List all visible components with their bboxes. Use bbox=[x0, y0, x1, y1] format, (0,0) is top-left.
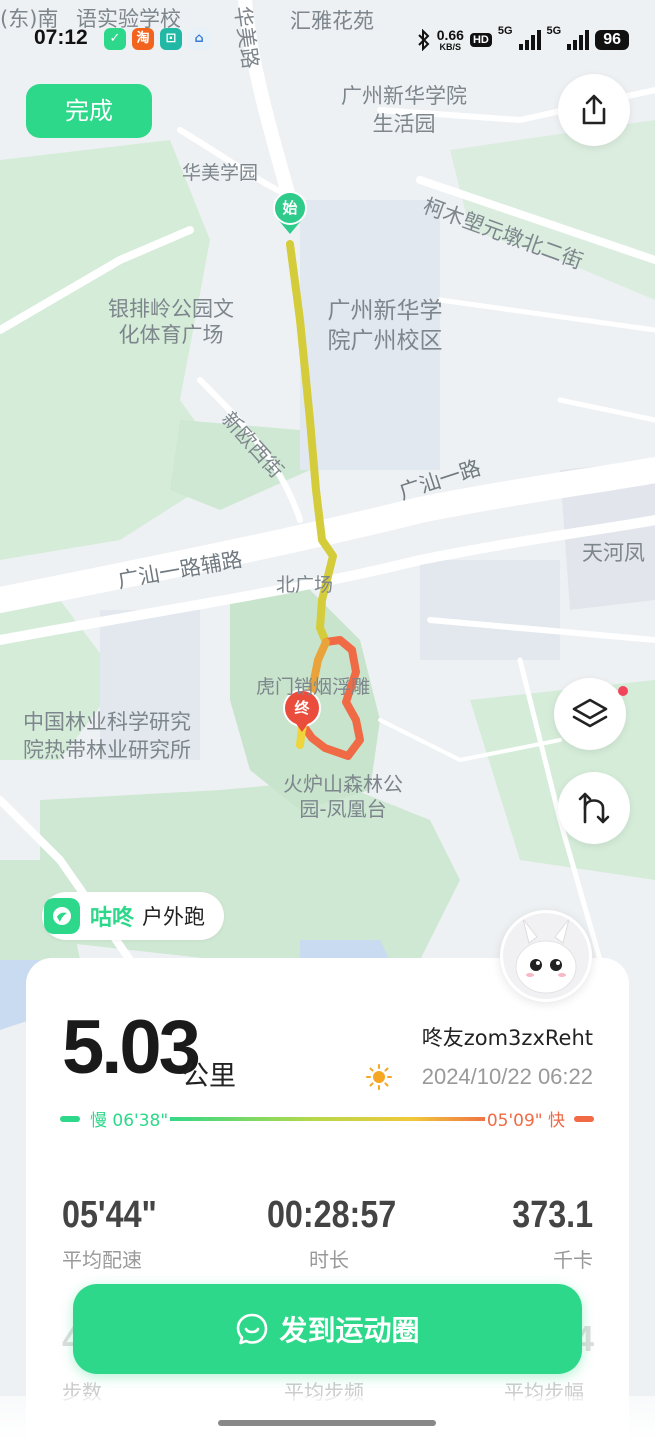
map-label: 火炉山森林公园-凤凰台 bbox=[283, 772, 403, 821]
signal-label: 5G bbox=[497, 25, 513, 37]
mijia-icon: ⊡ bbox=[160, 28, 182, 50]
chat-smile-icon bbox=[237, 1313, 268, 1345]
avatar[interactable] bbox=[500, 910, 592, 1002]
post-button-label: 发到运动圈 bbox=[279, 1314, 420, 1347]
end-marker-label: 终 bbox=[294, 699, 310, 717]
activity-type: 户外跑 bbox=[142, 905, 206, 929]
pace-slowest: 慢 06'38" bbox=[88, 1106, 171, 1131]
bluetooth-icon bbox=[417, 29, 430, 51]
battery-indicator: 96 bbox=[595, 30, 629, 50]
stat-label: 时长 bbox=[309, 1248, 349, 1272]
home-indicator[interactable] bbox=[218, 1420, 436, 1426]
sun-icon bbox=[366, 1064, 392, 1090]
distance-value: 5.03 bbox=[62, 1005, 201, 1090]
stat-duration: 00:28:57 时长 bbox=[256, 1194, 402, 1273]
stat-label: 平均配速 bbox=[62, 1248, 142, 1272]
map-layers-button[interactable] bbox=[554, 678, 626, 750]
net-speed: 0.66 KB/S bbox=[436, 26, 464, 52]
status-bar: 07:12 ✓ 淘 ⊡ ⌂ 0.66 KB/S HD 5G 5G 96 bbox=[0, 22, 655, 58]
signal-icon bbox=[567, 30, 590, 50]
brand-name: 咕咚 bbox=[90, 906, 135, 931]
layers-icon bbox=[572, 698, 608, 728]
activity-tag: 咕咚 户外跑 bbox=[42, 892, 224, 940]
map-label: 中国林业科学研究院热带林业研究所 bbox=[23, 710, 191, 762]
share-icon bbox=[582, 94, 606, 125]
post-to-feed-button[interactable]: 发到运动圈 bbox=[73, 1284, 582, 1374]
stat-avg-pace: 05'44" 平均配速 bbox=[62, 1194, 174, 1273]
notification-dot bbox=[618, 686, 628, 696]
taobao-icon: 淘 bbox=[132, 28, 154, 50]
map-label: 广州新华学院广州校区 bbox=[327, 298, 443, 354]
status-indicators: 0.66 KB/S HD 5G 5G 96 bbox=[417, 26, 629, 54]
activity-datetime: 2024/10/22 06:22 bbox=[421, 1064, 593, 1089]
map-label: 天河凤 bbox=[582, 541, 645, 565]
pace-fastest: 05'09" 快 bbox=[484, 1106, 567, 1131]
share-button[interactable] bbox=[558, 74, 630, 146]
route-icon bbox=[578, 792, 610, 824]
username[interactable]: 咚友zom3zxReht bbox=[422, 1022, 593, 1052]
start-marker-label: 始 bbox=[282, 199, 298, 217]
stat-value: 00:28:57 bbox=[266, 1194, 397, 1236]
bottom-fade bbox=[0, 1396, 655, 1440]
map-label: 北广场 bbox=[276, 574, 334, 596]
map-label: 华美学园 bbox=[182, 162, 259, 184]
hd-badge: HD bbox=[469, 33, 492, 47]
gudong-logo-icon bbox=[44, 898, 80, 934]
stat-value: 373.1 bbox=[512, 1194, 593, 1236]
home-icon: ⌂ bbox=[188, 28, 210, 50]
distance-unit: 公里 bbox=[182, 1061, 236, 1092]
map-label: 银排岭公园文化体育广场 bbox=[108, 297, 234, 347]
avatar-mascot-icon bbox=[503, 913, 589, 999]
signal-label: 5G bbox=[546, 25, 562, 37]
stat-label: 千卡 bbox=[553, 1248, 593, 1272]
map-label: 虎门销烟浮雕 bbox=[256, 676, 371, 698]
map-label: 广州新华学院生活园 bbox=[341, 84, 467, 136]
status-time: 07:12 bbox=[34, 26, 88, 49]
gudong-icon: ✓ bbox=[104, 28, 126, 50]
done-button[interactable]: 完成 bbox=[26, 84, 152, 138]
route-replay-button[interactable] bbox=[558, 772, 630, 844]
stat-calories: 373.1 千卡 bbox=[498, 1194, 593, 1273]
stat-value: 05'44" bbox=[62, 1194, 157, 1236]
signal-icon bbox=[518, 30, 541, 50]
